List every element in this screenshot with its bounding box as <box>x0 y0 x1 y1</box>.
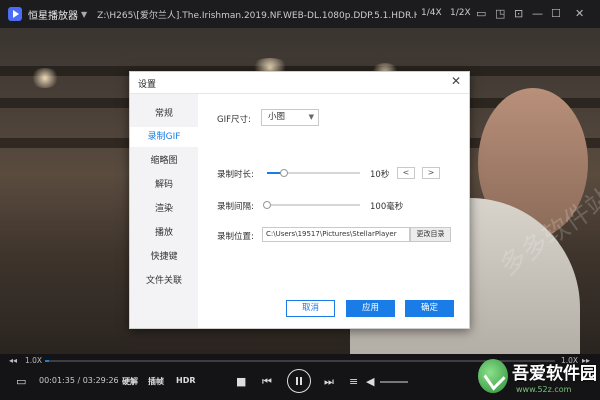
interval-slider[interactable] <box>263 201 360 209</box>
site-url: www.52z.com <box>516 385 572 394</box>
previous-icon[interactable]: ⏮ <box>262 376 272 387</box>
playlist-count: 1/4X <box>421 8 442 18</box>
site-logo-icon <box>478 359 508 393</box>
duration-value: 10秒 <box>370 170 390 180</box>
settings-sidebar: 常规 录制GIF 缩略图 解码 渲染 播放 快捷键 文件关联 <box>130 94 198 328</box>
dialog-close-icon[interactable]: ✕ <box>451 75 461 87</box>
close-icon[interactable]: ✕ <box>575 8 584 19</box>
site-name: 吾爱软件园 <box>512 364 597 384</box>
seek-bar-fill <box>45 360 49 362</box>
cancel-button[interactable]: 取消 <box>286 300 335 317</box>
ok-button[interactable]: 确定 <box>405 300 454 317</box>
next-icon[interactable]: ⏭ <box>324 376 334 387</box>
interval-slider-thumb[interactable] <box>263 201 271 209</box>
app-name[interactable]: 恒星播放器 <box>28 7 78 22</box>
sidebar-item-decode[interactable]: 解码 <box>130 175 198 195</box>
chat-icon[interactable]: ▭ <box>16 376 26 387</box>
time-separator: / <box>74 376 83 385</box>
change-directory-button[interactable]: 更改目录 <box>410 227 451 242</box>
subtitle-icon[interactable]: ▭ <box>476 8 486 19</box>
duration-slider-thumb[interactable] <box>279 169 288 177</box>
volume-slider[interactable] <box>380 381 408 383</box>
app-menu-caret-icon[interactable]: ▼ <box>81 10 87 19</box>
sidebar-item-general[interactable]: 常规 <box>130 104 198 124</box>
playlist-icon[interactable]: ≡ <box>349 376 358 387</box>
dialog-header: 设置 ✕ <box>130 72 469 94</box>
sidebar-item-render[interactable]: 渲染 <box>130 199 198 219</box>
duration-decrease-button[interactable]: < <box>397 167 415 179</box>
stop-icon[interactable]: ■ <box>236 376 246 387</box>
sidebar-item-playback[interactable]: 播放 <box>130 223 198 243</box>
total-time: 03:29:26 <box>82 376 119 385</box>
hw-decode-button[interactable]: 硬解 <box>122 376 138 387</box>
speed-left[interactable]: 1.0X <box>25 356 42 365</box>
location-input[interactable]: C:\Users\19517\Pictures\StellarPlayer <box>262 227 410 242</box>
skin-icon[interactable]: ◳ <box>495 8 505 19</box>
pause-button[interactable] <box>287 369 311 393</box>
gif-size-value: 小图 <box>268 112 286 122</box>
site-logo: 吾爱软件园 www.52z.com <box>478 355 598 400</box>
slower-icon[interactable]: ◂◂ <box>9 356 17 365</box>
dialog-title: 设置 <box>138 80 157 90</box>
current-time: 00:01:35 <box>39 376 75 385</box>
maximize-icon[interactable]: ☐ <box>551 8 561 19</box>
apply-button[interactable]: 应用 <box>346 300 395 317</box>
frame-interp-button[interactable]: 插帧 <box>148 376 164 387</box>
duration-label: 录制时长: <box>217 170 254 180</box>
duration-slider[interactable] <box>267 169 360 177</box>
gif-size-select[interactable]: 小图 ▼ <box>261 109 319 126</box>
duration-increase-button[interactable]: > <box>422 167 440 179</box>
title-bar: 恒星播放器 ▼ Z:\H265\[爱尔兰人].The.Irishman.2019… <box>0 0 600 28</box>
minimize-icon[interactable]: — <box>532 8 543 19</box>
chevron-down-icon: ▼ <box>308 113 314 121</box>
gif-settings-panel: GIF尺寸: 小图 ▼ 录制时长: 10秒 < > 录制间隔: 100毫秒 录制… <box>198 94 469 328</box>
app-logo-icon[interactable] <box>8 7 22 21</box>
sidebar-item-record-gif[interactable]: 录制GIF <box>130 127 198 147</box>
location-label: 录制位置: <box>217 232 254 242</box>
pin-icon[interactable]: ⊡ <box>514 8 523 19</box>
interval-value: 100毫秒 <box>370 202 404 212</box>
settings-dialog: 设置 ✕ 常规 录制GIF 缩略图 解码 渲染 播放 快捷键 文件关联 GIF尺… <box>129 71 470 329</box>
sidebar-item-file-association[interactable]: 文件关联 <box>130 271 198 291</box>
sidebar-item-thumbnail[interactable]: 缩略图 <box>130 151 198 171</box>
interval-label: 录制间隔: <box>217 202 254 212</box>
file-title: Z:\H265\[爱尔兰人].The.Irishman.2019.NF.WEB-… <box>97 10 418 21</box>
gif-size-label: GIF尺寸: <box>217 115 251 125</box>
time-display: 00:01:35 / 03:29:26 <box>39 376 119 385</box>
background-light <box>30 68 60 88</box>
sidebar-item-shortcuts[interactable]: 快捷键 <box>130 247 198 267</box>
volume-icon[interactable]: ◀ <box>366 376 374 387</box>
speed-indicator[interactable]: 1/2X <box>450 8 471 18</box>
hdr-button[interactable]: HDR <box>176 376 196 385</box>
